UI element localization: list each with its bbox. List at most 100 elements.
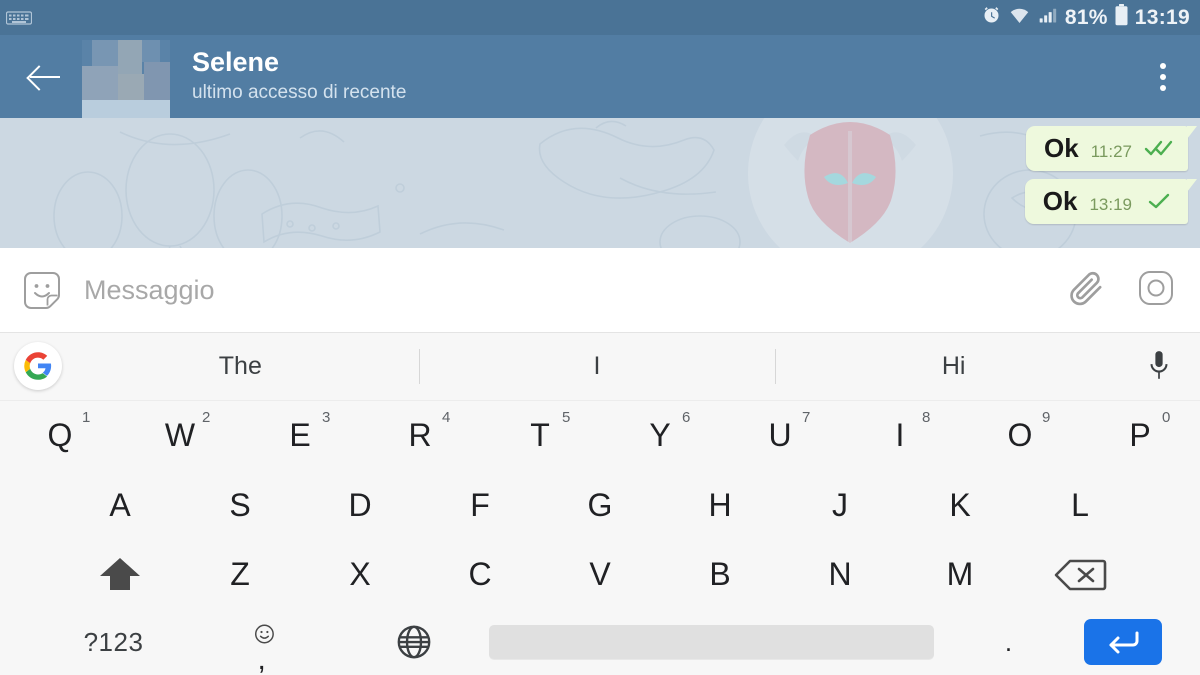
key-number: 7	[802, 408, 811, 426]
key-s[interactable]: S	[180, 470, 300, 540]
message-input[interactable]: Messaggio	[84, 275, 1066, 306]
key-label: W	[164, 416, 196, 453]
symbols-key[interactable]: ?123	[39, 609, 189, 675]
key-w[interactable]: W2	[120, 401, 240, 471]
message-list: Ok 11:27 Ok 13:19	[1024, 126, 1198, 224]
page-title: Selene	[192, 47, 280, 78]
message-composer: Messaggio	[0, 248, 1200, 333]
suggestion-chip[interactable]: Hi	[775, 333, 1132, 400]
key-d[interactable]: D	[300, 470, 420, 540]
back-arrow-icon[interactable]	[24, 55, 68, 99]
shift-key[interactable]	[60, 540, 180, 610]
key-number: 2	[202, 408, 211, 426]
sticker-smiley-icon[interactable]	[22, 270, 62, 310]
single-check-icon	[1144, 192, 1174, 210]
keyboard-row-2: A S D F G H J K L	[0, 470, 1200, 540]
chat-subtitle: ultimo accesso di recente	[192, 82, 407, 104]
key-number: 5	[562, 408, 571, 426]
key-number: 1	[82, 408, 91, 426]
key-e[interactable]: E3	[240, 401, 360, 471]
suggestion-chip[interactable]: I	[418, 333, 776, 400]
wifi-icon	[1008, 5, 1031, 31]
status-bar: 81% 13:19	[0, 0, 1200, 35]
key-g[interactable]: G	[540, 470, 660, 540]
key-q[interactable]: Q1	[0, 401, 120, 471]
suggestion-list: The I Hi	[62, 333, 1132, 400]
message-text: Ok	[1044, 133, 1079, 163]
key-x[interactable]: X	[300, 540, 420, 610]
key-k[interactable]: K	[900, 470, 1020, 540]
suggestion-bar: The I Hi	[0, 333, 1200, 401]
on-screen-keyboard: The I Hi Q1 W2 E3 R4 T5 Y6 U7 I8 O9 P0 A…	[0, 333, 1200, 675]
key-label: P	[1129, 416, 1151, 453]
chat-wallpaper-doodles	[0, 118, 1200, 248]
key-number: 8	[922, 408, 931, 426]
comma-key[interactable]: ,	[189, 609, 339, 675]
more-options-icon[interactable]	[1146, 57, 1180, 97]
battery-icon	[1114, 4, 1129, 31]
key-r[interactable]: R4	[360, 401, 480, 471]
chat-app-bar: Selene ultimo accesso di recente	[0, 35, 1200, 118]
key-number: 3	[322, 408, 331, 426]
enter-key[interactable]	[1083, 619, 1162, 666]
key-m[interactable]: M	[900, 540, 1020, 610]
language-globe-icon[interactable]	[339, 609, 489, 675]
phone-screen: 81% 13:19 Selene ultimo accesso di recen…	[0, 0, 1200, 675]
suggestion-chip[interactable]: The	[62, 333, 419, 400]
key-v[interactable]: V	[540, 540, 660, 610]
chat-title-block[interactable]: Selene ultimo accesso di recente	[192, 47, 406, 106]
key-h[interactable]: H	[660, 470, 780, 540]
message-text: Ok	[1042, 186, 1078, 216]
key-f[interactable]: F	[420, 470, 540, 540]
key-label: T	[530, 416, 550, 453]
alarm-icon	[981, 5, 1002, 31]
status-bar-notifications	[5, 10, 33, 26]
avatar[interactable]	[82, 40, 170, 118]
backspace-icon[interactable]	[1020, 540, 1140, 610]
key-label: R	[408, 416, 432, 453]
key-a[interactable]: A	[60, 470, 180, 540]
key-z[interactable]: Z	[180, 540, 300, 610]
key-label: O	[1007, 416, 1033, 453]
key-p[interactable]: P0	[1080, 401, 1200, 471]
message-time: 13:19	[1089, 195, 1132, 214]
key-label: I	[895, 416, 905, 453]
period-key[interactable]: .	[934, 609, 1084, 675]
space-key[interactable]	[488, 625, 934, 660]
message-bubble[interactable]: Ok 13:19	[1024, 179, 1198, 224]
keyboard-row-3: Z X C V B N M	[0, 540, 1200, 610]
key-b[interactable]: B	[660, 540, 780, 610]
keyboard-row-4: ?123 , .	[0, 609, 1200, 675]
paperclip-icon[interactable]	[1066, 268, 1106, 313]
key-c[interactable]: C	[420, 540, 540, 610]
key-label: Q	[47, 416, 73, 453]
chat-watermark-avatar	[748, 118, 953, 248]
key-number: 0	[1162, 408, 1171, 426]
key-n[interactable]: N	[780, 540, 900, 610]
keyboard-row-1: Q1 W2 E3 R4 T5 Y6 U7 I8 O9 P0	[0, 401, 1200, 471]
key-i[interactable]: I8	[840, 401, 960, 471]
double-check-icon	[1144, 139, 1174, 157]
key-l[interactable]: L	[1020, 470, 1140, 540]
comma-label: ,	[257, 643, 266, 675]
key-j[interactable]: J	[780, 470, 900, 540]
camera-icon[interactable]	[1136, 268, 1176, 313]
composer-actions	[1066, 268, 1176, 313]
microphone-icon[interactable]	[1132, 350, 1186, 382]
keyboard-icon	[5, 10, 33, 26]
key-u[interactable]: U7	[720, 401, 840, 471]
key-label: Y	[649, 416, 671, 453]
chat-area: Ok 11:27 Ok 13:19	[0, 118, 1200, 248]
key-y[interactable]: Y6	[600, 401, 720, 471]
message-bubble[interactable]: Ok 11:27	[1026, 126, 1197, 171]
status-bar-indicators: 81% 13:19	[981, 4, 1190, 31]
key-number: 4	[442, 408, 451, 426]
key-number: 6	[682, 408, 691, 426]
key-t[interactable]: T5	[480, 401, 600, 471]
signal-icon	[1037, 5, 1059, 30]
key-o[interactable]: O9	[960, 401, 1080, 471]
google-g-icon[interactable]	[14, 342, 62, 391]
message-time: 11:27	[1090, 142, 1132, 161]
battery-percent: 81%	[1064, 5, 1108, 29]
key-label: E	[289, 416, 311, 453]
